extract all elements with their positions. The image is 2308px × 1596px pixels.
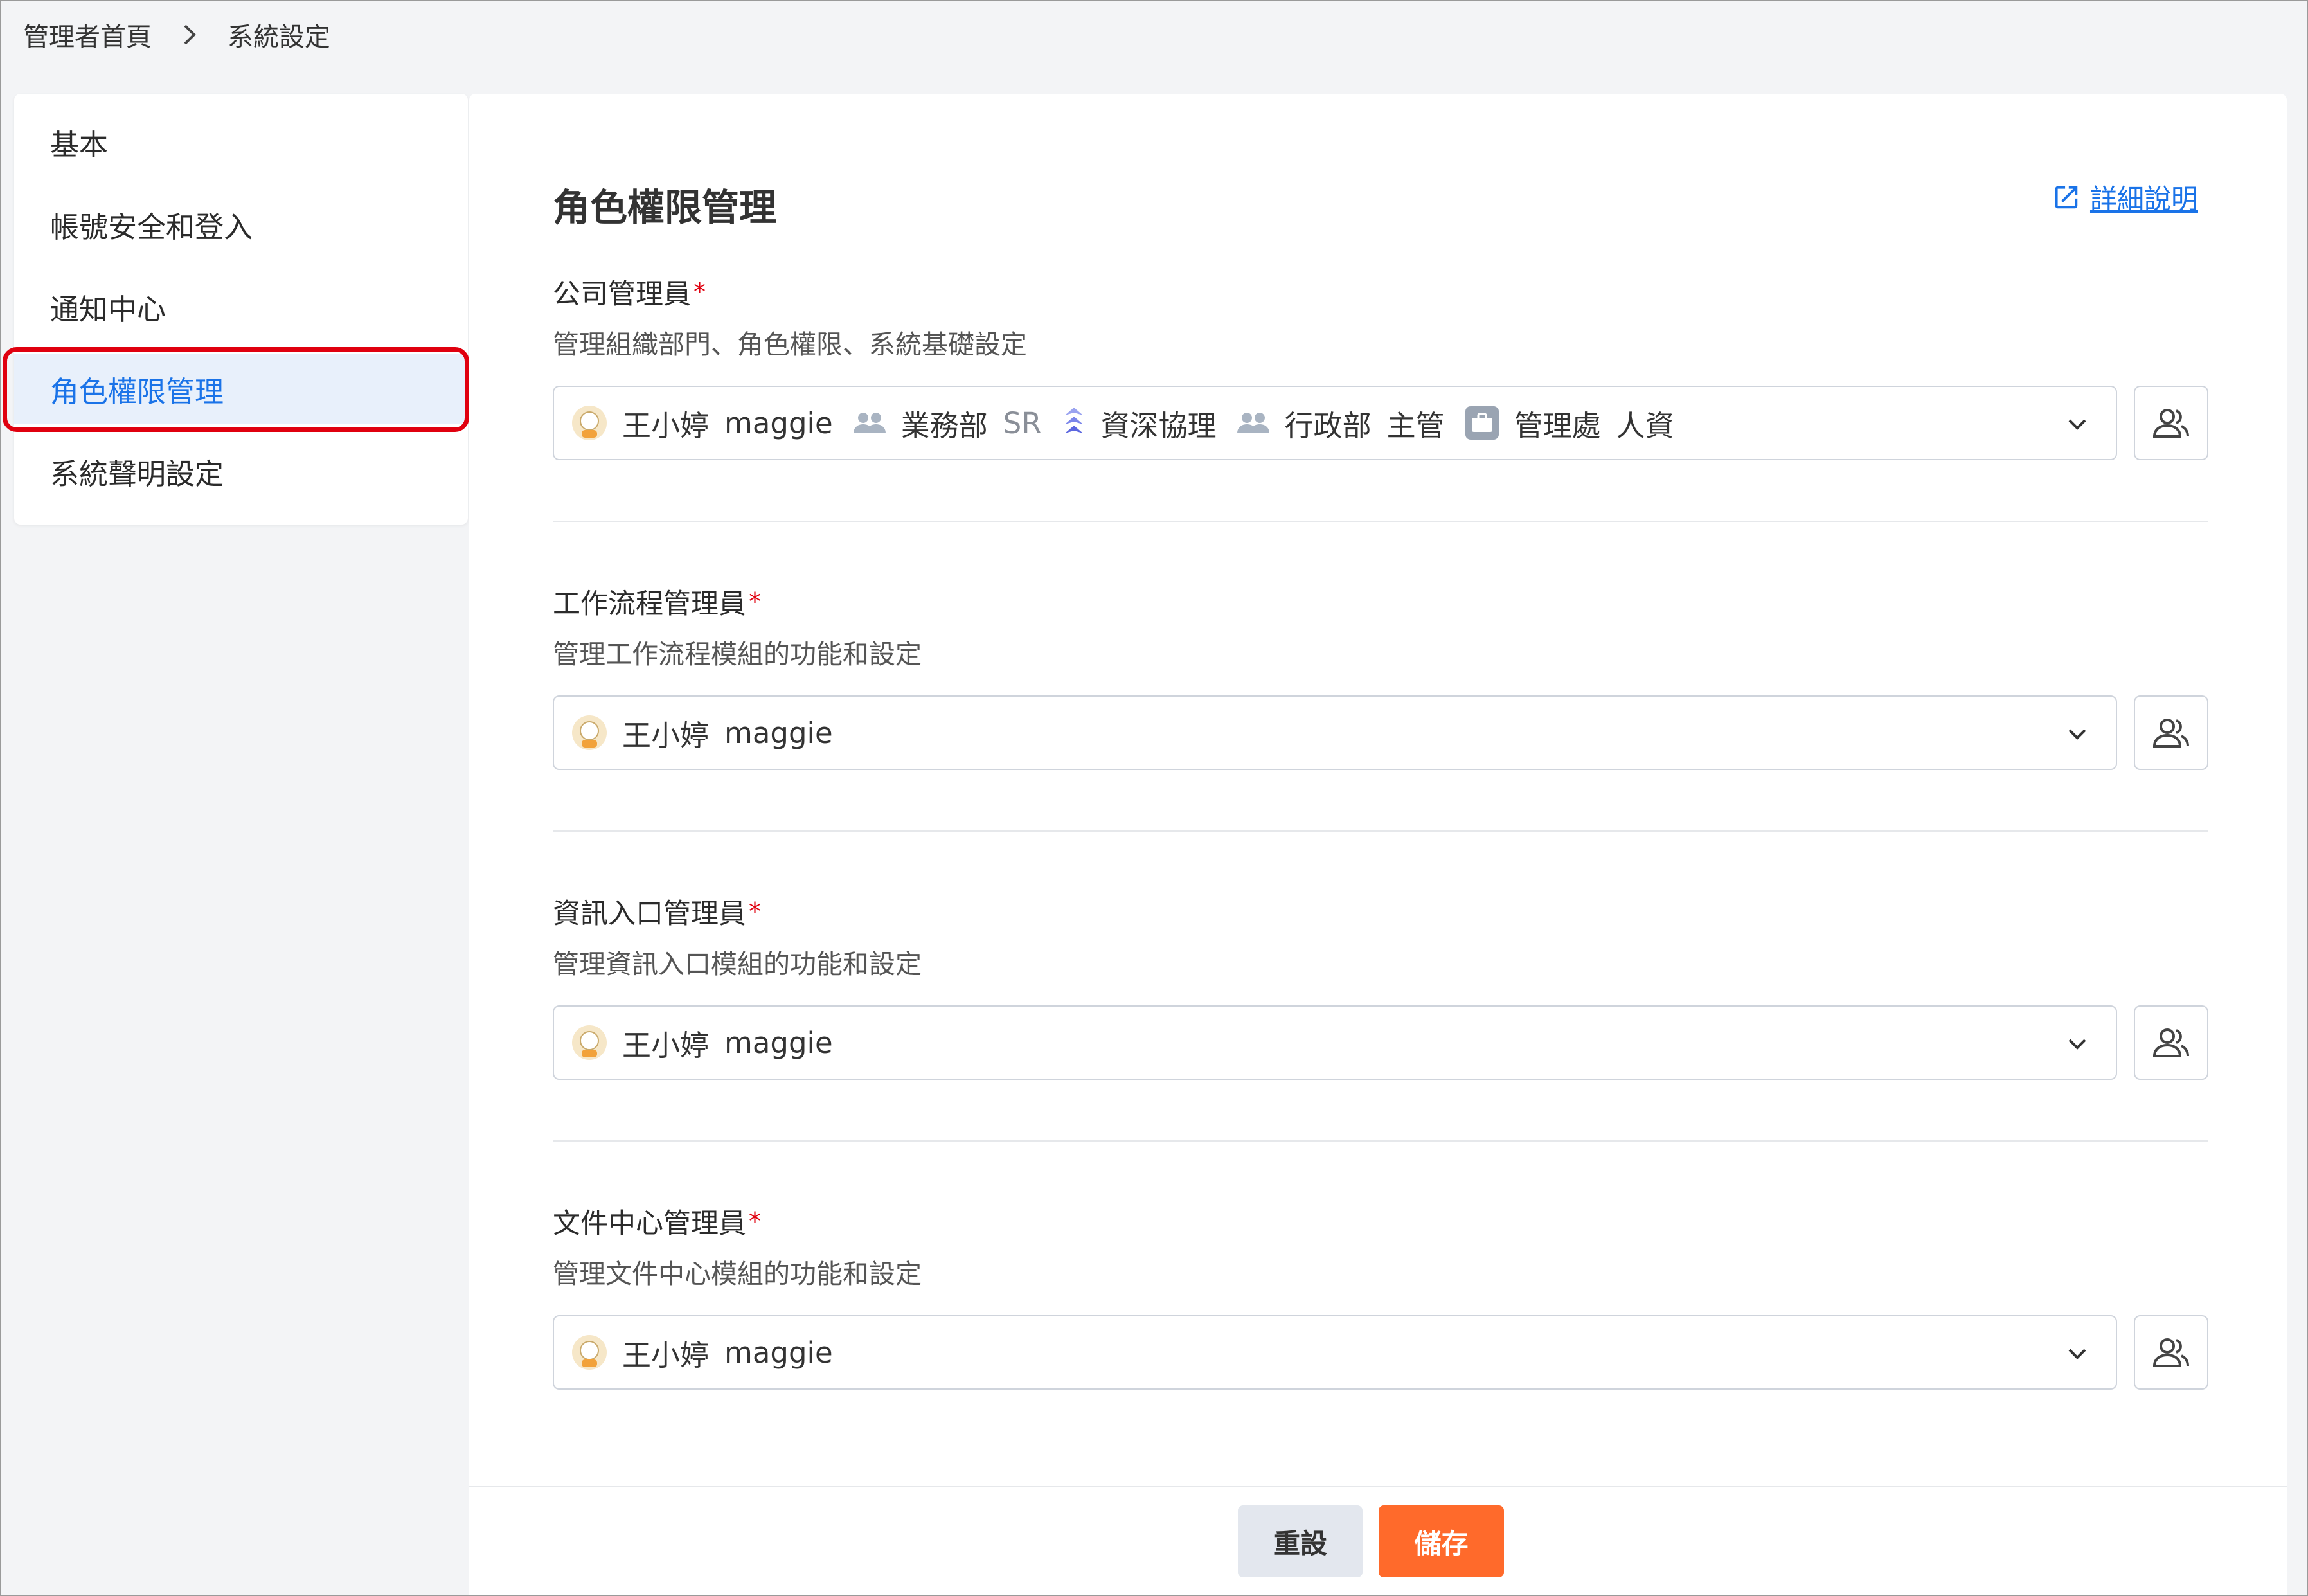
required-mark: * — [749, 897, 761, 926]
rank-icon — [1061, 405, 1087, 441]
chevron-down-icon[interactable] — [2064, 720, 2090, 754]
section-description: 管理文件中心模組的功能和設定 — [553, 1259, 922, 1289]
external-link-icon — [2055, 186, 2078, 208]
chip-name: 資深協理 — [1100, 408, 1217, 443]
section-title-text: 公司管理員 — [553, 278, 691, 310]
people-icon — [2152, 409, 2189, 438]
member-picker-button[interactable] — [2134, 1005, 2208, 1080]
member-chip: 王小婷 maggie — [571, 1022, 833, 1064]
member-chip: 王小婷 maggie — [571, 402, 833, 444]
section-description: 管理組織部門、角色權限、系統基礎設定 — [553, 329, 1027, 360]
sidebar-item-label: 系統聲明設定 — [50, 456, 224, 491]
member-picker-button[interactable] — [2134, 1315, 2208, 1390]
chip-sub: 主管 — [1386, 408, 1445, 443]
section-description: 管理工作流程模組的功能和設定 — [553, 639, 922, 670]
admin-select[interactable]: 王小婷 maggie — [553, 1005, 2117, 1080]
help-link-label: 詳細說明 — [2089, 183, 2198, 215]
required-mark: * — [749, 587, 761, 616]
sidebar-item-label: 帳號安全和登入 — [50, 210, 253, 244]
chevron-down-icon[interactable] — [2064, 410, 2090, 444]
sidebar-item-system-statement[interactable]: 系統聲明設定 — [14, 436, 468, 507]
chip-name: 王小婷 — [622, 1028, 710, 1063]
avatar-icon — [571, 1024, 608, 1061]
chip-sub: maggie — [724, 406, 833, 440]
sidebar-item-label: 通知中心 — [50, 292, 166, 327]
chip-sub: maggie — [724, 715, 833, 750]
sidebar-item-label: 基本 — [50, 127, 109, 162]
section-title-text: 工作流程管理員 — [553, 588, 746, 620]
section-title: 工作流程管理員 * — [553, 582, 2208, 621]
required-mark: * — [749, 1207, 761, 1235]
chevron-down-icon[interactable] — [2064, 1340, 2090, 1374]
section-title: 公司管理員 * — [553, 273, 2208, 311]
divider — [553, 521, 2208, 522]
required-mark: * — [693, 278, 706, 306]
help-link[interactable]: 詳細說明 — [2052, 177, 2198, 217]
section-description: 管理資訊入口模組的功能和設定 — [553, 949, 922, 980]
member-picker-button[interactable] — [2134, 386, 2208, 460]
rank-chip: 資深協理 — [1061, 402, 1217, 444]
chevron-down-icon[interactable] — [2064, 1030, 2090, 1064]
breadcrumb-home[interactable]: 管理者首頁 — [23, 16, 152, 53]
people-icon — [2152, 1028, 2189, 1057]
page-title: 角色權限管理 — [553, 186, 777, 229]
people-icon — [2152, 1338, 2189, 1367]
briefcase-icon — [1464, 405, 1500, 441]
position-chip: 管理處 人資 — [1464, 402, 1674, 444]
section-company-admin: 公司管理員 * 管理組織部門、角色權限、系統基礎設定 王小婷 maggie 業務… — [553, 273, 2208, 460]
sidebar-item-account-security[interactable]: 帳號安全和登入 — [14, 189, 468, 260]
section-portal-admin: 資訊入口管理員 * 管理資訊入口模組的功能和設定 王小婷 maggie — [553, 892, 2208, 1080]
member-chip: 王小婷 maggie — [571, 712, 833, 754]
group-icon — [1236, 410, 1271, 436]
dept-chip: 業務部 SR — [852, 402, 1042, 444]
chip-name: 王小婷 — [622, 1338, 710, 1372]
dept-chip: 行政部 主管 — [1236, 402, 1445, 444]
admin-select[interactable]: 王小婷 maggie 業務部 SR 資深協理 行政部 主管 管理處 人資 — [553, 386, 2117, 460]
section-workflow-admin: 工作流程管理員 * 管理工作流程模組的功能和設定 王小婷 maggie — [553, 582, 2208, 770]
admin-select[interactable]: 王小婷 maggie — [553, 695, 2117, 770]
chip-sub: maggie — [724, 1335, 833, 1370]
sidebar-item-basic[interactable]: 基本 — [14, 107, 468, 177]
chip-sub: maggie — [724, 1025, 833, 1060]
divider — [553, 1140, 2208, 1142]
sidebar-item-label: 角色權限管理 — [50, 374, 224, 409]
section-title: 資訊入口管理員 * — [553, 892, 2208, 931]
reset-button[interactable]: 重設 — [1238, 1505, 1363, 1577]
main-panel: 角色權限管理 詳細說明 公司管理員 * 管理組織部門、角色權限、系統基礎設定 王… — [469, 94, 2287, 1593]
footer-bar: 重設 儲存 — [469, 1486, 2287, 1595]
chip-name: 業務部 — [900, 408, 988, 443]
section-document-admin: 文件中心管理員 * 管理文件中心模組的功能和設定 王小婷 maggie — [553, 1202, 2208, 1390]
chip-name: 管理處 — [1514, 408, 1601, 443]
sidebar-item-notification[interactable]: 通知中心 — [14, 271, 468, 342]
divider — [553, 830, 2208, 832]
avatar-icon — [571, 714, 608, 751]
sidebar-item-role-permissions[interactable]: 角色權限管理 — [14, 354, 468, 424]
chevron-right-icon — [180, 22, 199, 48]
section-title-text: 資訊入口管理員 — [553, 898, 746, 930]
chip-name: 行政部 — [1284, 408, 1372, 443]
section-title: 文件中心管理員 * — [553, 1202, 2208, 1241]
breadcrumb: 管理者首頁 系統設定 — [23, 15, 330, 54]
avatar-icon — [571, 404, 608, 442]
admin-select[interactable]: 王小婷 maggie — [553, 1315, 2117, 1390]
people-icon — [2152, 719, 2189, 748]
chip-name: 王小婷 — [622, 718, 710, 753]
avatar-icon — [571, 1334, 608, 1371]
sidebar: 基本 帳號安全和登入 通知中心 角色權限管理 系統聲明設定 — [14, 94, 468, 525]
section-title-text: 文件中心管理員 — [553, 1208, 746, 1240]
breadcrumb-current: 系統設定 — [228, 22, 330, 52]
member-chip: 王小婷 maggie — [571, 1332, 833, 1374]
chip-name: 王小婷 — [622, 408, 710, 443]
chip-sub: SR — [1003, 406, 1042, 440]
member-picker-button[interactable] — [2134, 695, 2208, 770]
chip-sub: 人資 — [1616, 408, 1674, 443]
save-button[interactable]: 儲存 — [1379, 1505, 1504, 1577]
group-icon — [852, 410, 887, 436]
